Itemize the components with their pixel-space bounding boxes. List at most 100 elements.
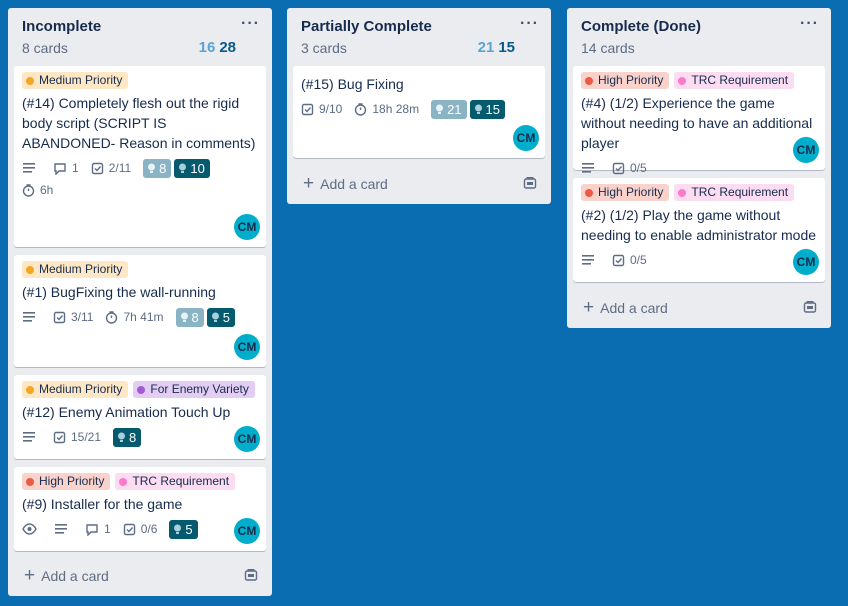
checklist-badge: 2/11 [91,157,131,179]
list-menu-button[interactable]: ··· [241,16,260,32]
card[interactable]: (#15) Bug Fixing 9/10 18h 28m 21 15 CM [293,66,545,158]
points-dark-badge: 8 [113,427,142,447]
list-title[interactable]: Incomplete [22,18,258,36]
label-dot [26,76,34,85]
label-dot [585,76,593,85]
checklist-badge: 15/21 [53,426,101,448]
add-card-button[interactable]: + Add a card [287,164,551,204]
list-complete-done: Complete (Done) 14 cards ··· High Priori… [567,8,831,328]
points-dark-badge: 15 [469,99,505,119]
avatar[interactable]: CM [234,518,260,544]
avatar[interactable]: CM [513,125,539,151]
avatar[interactable]: CM [234,214,260,240]
time-badge: 6h [22,179,246,201]
label-high-priority[interactable]: High Priority [581,72,670,89]
checklist-badge: 9/10 [301,98,342,120]
card[interactable]: Medium Priority (#1) BugFixing the wall-… [14,255,266,367]
label-text: TRC Requirement [691,185,789,199]
avatar[interactable]: CM [793,137,819,163]
points-dark-badge: 5 [169,519,198,539]
label-trc-requirement[interactable]: TRC Requirement [674,72,795,89]
card[interactable]: Medium Priority (#14) Completely flesh o… [14,66,266,247]
card-labels: High Priority TRC Requirement [581,72,817,89]
label-medium-priority[interactable]: Medium Priority [22,261,129,278]
card-title: (#12) Enemy Animation Touch Up [22,404,231,420]
list-card-count: 14 cards [581,40,635,56]
card[interactable]: High Priority TRC Requirement (#9) Insta… [14,467,266,551]
bulb-icon [148,163,156,173]
avatar[interactable]: CM [234,334,260,360]
list-header[interactable]: Complete (Done) 14 cards ··· [567,8,831,66]
points-value: 10 [190,160,205,176]
points-dark-badge: 5 [206,307,235,327]
label-dot [119,477,128,486]
list-header[interactable]: Incomplete 8 cards ··· 16 28 [8,8,272,66]
label-enemy-variety[interactable]: For Enemy Variety [133,381,255,398]
card[interactable]: High Priority TRC Requirement (#4) (1/2)… [573,66,825,175]
list-menu-button[interactable]: ··· [520,16,539,32]
list-header[interactable]: Partially Complete 3 cards ··· 21 15 [287,8,551,66]
comments-badge: 1 [53,157,79,179]
card-list: Medium Priority (#14) Completely flesh o… [8,66,272,551]
card-title: (#4) (1/2) Experience the game without n… [581,95,817,151]
card-labels: High Priority TRC Requirement [581,184,817,201]
points-light-badge: 8 [143,158,172,178]
label-dot [678,188,687,197]
card-title: (#2) (1/2) Play the game without needing… [581,207,817,243]
points-value: 15 [485,101,500,117]
checklist-icon [301,103,314,115]
label-medium-priority[interactable]: Medium Priority [22,381,129,398]
list-title[interactable]: Partially Complete [301,18,537,36]
checklist-icon [53,431,66,443]
label-trc-requirement[interactable]: TRC Requirement [674,184,795,201]
comment-count: 1 [104,522,111,536]
comment-icon [86,523,98,536]
bulb-icon [436,104,444,114]
label-dot [678,76,687,85]
checklist-count: 0/5 [630,253,647,267]
avatar[interactable]: CM [793,249,819,275]
checklist-count: 9/10 [319,102,343,116]
total-points-dark: 28 [219,39,236,56]
card[interactable]: High Priority TRC Requirement (#2) (1/2)… [573,178,825,282]
card[interactable]: Medium Priority For Enemy Variety (#12) … [14,375,266,459]
card-list: High Priority TRC Requirement (#4) (1/2)… [567,66,831,282]
description-icon [581,157,600,179]
label-medium-priority[interactable]: Medium Priority [22,72,129,89]
list-menu-button[interactable]: ··· [800,16,819,32]
card-badges: 9/10 18h 28m 21 15 [301,98,537,120]
bulb-icon [211,312,219,322]
label-text: TRC Requirement [691,73,789,87]
label-dot [585,188,593,197]
label-high-priority[interactable]: High Priority [581,184,670,201]
time-badge: 18h 28m [354,98,419,120]
points-value: 21 [447,101,462,117]
card-template-icon[interactable] [244,568,258,585]
add-card-label: Add a card [41,568,109,584]
label-high-priority[interactable]: High Priority [22,473,111,490]
label-trc-requirement[interactable]: TRC Requirement [115,473,236,490]
points-dark-badge: 10 [174,158,210,178]
label-text: High Priority [39,474,105,488]
card-title: (#15) Bug Fixing [301,76,404,92]
add-card-button[interactable]: + Add a card [567,288,831,328]
card-template-icon[interactable] [523,176,537,193]
add-card-button[interactable]: + Add a card [8,556,272,596]
list-title[interactable]: Complete (Done) [581,18,817,36]
checklist-icon [612,162,625,174]
checklist-badge: 0/5 [612,157,647,179]
label-text: For Enemy Variety [150,382,249,396]
card-template-icon[interactable] [803,300,817,317]
points-value: 8 [159,160,167,176]
points-light-badge: 8 [175,307,204,327]
card-labels: High Priority TRC Requirement [22,473,258,490]
total-points-dark: 15 [498,39,515,56]
time-value: 6h [40,183,54,197]
card-title: (#1) BugFixing the wall-running [22,284,216,300]
points-value: 5 [185,521,193,537]
total-points-light: 16 [198,39,216,56]
avatar[interactable]: CM [234,426,260,452]
time-badge: 7h 41m [105,306,164,328]
bulb-icon [174,524,182,534]
total-points-light: 21 [477,39,495,56]
